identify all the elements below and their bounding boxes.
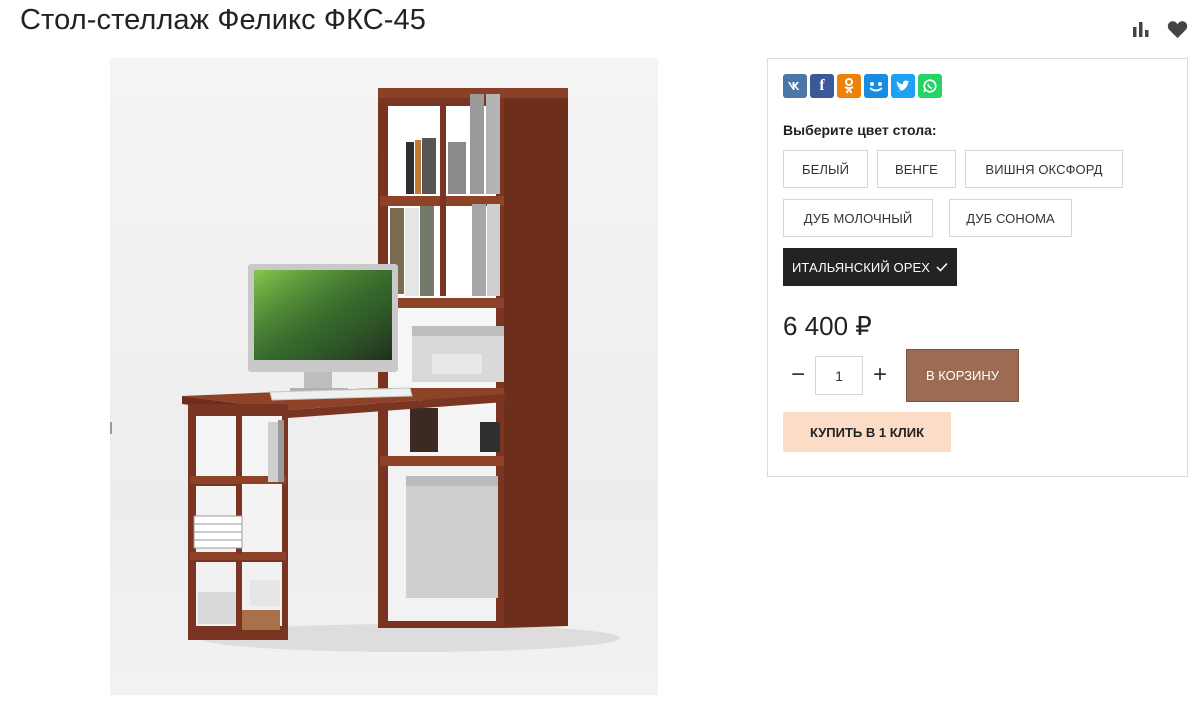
moimir-share-icon[interactable]	[864, 74, 888, 98]
favorite-heart-icon[interactable]	[1166, 18, 1188, 40]
color-selector-label: Выберите цвет стола:	[783, 122, 937, 138]
twitter-share-icon[interactable]	[891, 74, 915, 98]
color-option-italian-walnut[interactable]: Итальянский орех	[783, 248, 957, 286]
checkmark-icon	[936, 259, 948, 275]
product-image[interactable]	[110, 58, 658, 695]
page-title: Стол-стеллаж Феликс ФКС-45	[20, 4, 426, 36]
buy-one-click-button[interactable]: КУПИТЬ В 1 КЛИК	[783, 412, 951, 452]
color-option-label: Венге	[895, 161, 938, 177]
odnoklassniki-share-icon[interactable]	[837, 74, 861, 98]
whatsapp-share-icon[interactable]	[918, 74, 942, 98]
color-option-label: Дуб молочный	[803, 210, 913, 226]
add-to-cart-button[interactable]: В КОРЗИНУ	[906, 349, 1019, 402]
quantity-increase-button[interactable]: +	[867, 360, 893, 390]
color-option-milk-oak[interactable]: Дуб молочный	[783, 199, 933, 237]
quantity-input[interactable]	[815, 356, 863, 395]
color-option-cherry-oxford[interactable]: Вишня Оксфорд	[965, 150, 1123, 188]
facebook-share-icon[interactable]: f	[810, 74, 834, 98]
gallery-prev-marker[interactable]	[110, 422, 112, 434]
product-price: 6 400 ₽	[783, 311, 872, 341]
purchase-panel: f Выберите цвет стола: Белый Венге Вишня…	[767, 58, 1188, 477]
color-option-label: Итальянский орех	[791, 259, 931, 275]
share-buttons: f	[783, 74, 942, 98]
quantity-decrease-button[interactable]: −	[785, 360, 811, 390]
color-option-white[interactable]: Белый	[783, 150, 868, 188]
color-option-label: Вишня Оксфорд	[985, 161, 1103, 177]
color-option-label: Белый	[801, 161, 850, 177]
vk-share-icon[interactable]	[783, 74, 807, 98]
top-actions	[1130, 18, 1188, 40]
color-option-label: Дуб Сонома	[966, 210, 1055, 226]
color-option-sonoma-oak[interactable]: Дуб Сонома	[949, 199, 1072, 237]
color-option-wenge[interactable]: Венге	[877, 150, 956, 188]
compare-icon[interactable]	[1130, 18, 1152, 40]
